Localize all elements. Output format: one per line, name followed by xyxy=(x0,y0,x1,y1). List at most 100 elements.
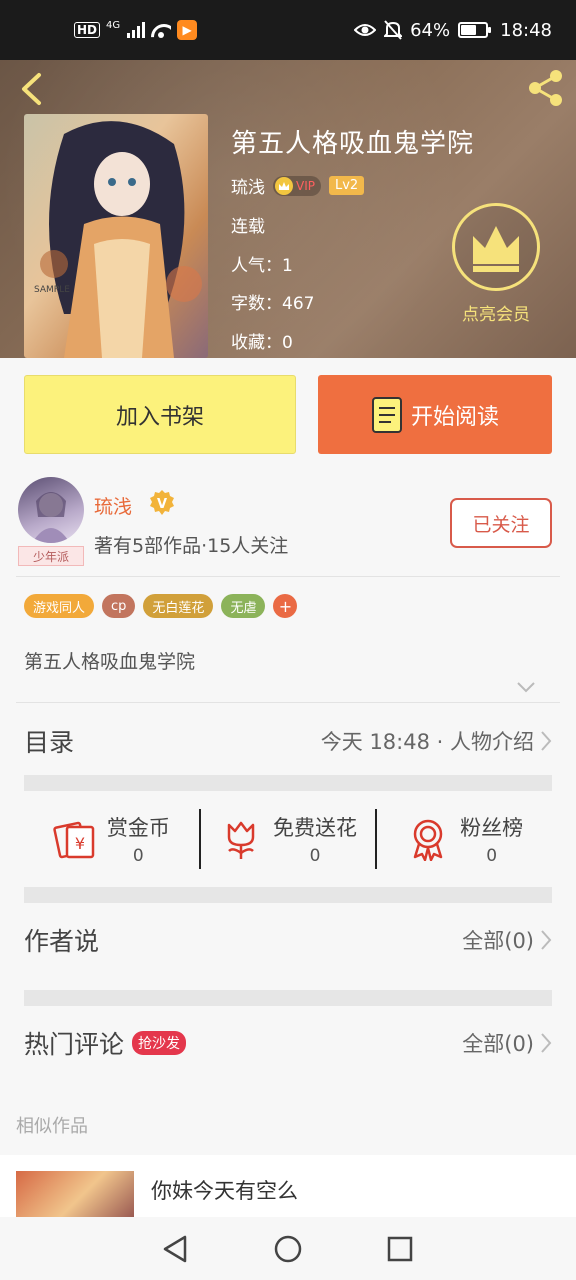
verified-badge-label: V xyxy=(157,497,167,512)
battery-icon xyxy=(458,22,492,38)
reward-coins-count: 0 xyxy=(132,846,144,866)
author-says-row[interactable]: 作者说 全部(0) xyxy=(24,917,552,963)
money-envelope-icon: ¥ xyxy=(53,821,95,859)
status-bar: HD 4G ▶ 64% 18:48 xyxy=(0,0,576,60)
hot-comments-title: 热门评论 xyxy=(24,1030,125,1059)
send-flower-label: 免费送花 xyxy=(273,816,357,840)
hot-comments-all-label: 全部(0) xyxy=(462,1032,534,1056)
tag-item[interactable]: 无虐 xyxy=(221,594,266,618)
author-title-tag: 少年派 xyxy=(18,546,84,566)
add-to-shelf-label: 加入书架 xyxy=(115,404,204,430)
book-header: SAMPLE 第五人格吸血鬼学院 琉浅 VIP Lv2 连载 人气：1 字数：4… xyxy=(0,60,576,358)
more-tags-button[interactable]: + xyxy=(273,594,298,618)
nav-recents-icon[interactable] xyxy=(385,1234,415,1264)
svg-text:SAMPLE: SAMPLE xyxy=(34,285,70,295)
wifi-icon xyxy=(151,22,171,38)
mute-bell-icon xyxy=(384,20,403,40)
nav-home-icon[interactable] xyxy=(273,1234,303,1264)
tag-item[interactable]: 游戏同人 xyxy=(24,594,95,618)
add-to-shelf-button[interactable]: 加入书架 xyxy=(24,375,296,454)
avatar[interactable] xyxy=(18,477,84,543)
fan-rank-button[interactable]: 粉丝榜 0 xyxy=(375,809,552,869)
author-name[interactable]: 琉浅 xyxy=(94,492,132,519)
book-icon xyxy=(371,396,402,433)
fan-rank-count: 0 xyxy=(486,846,498,866)
divider xyxy=(16,576,560,577)
battery-percent: 64% xyxy=(410,19,451,41)
author-says-title: 作者说 xyxy=(24,927,100,956)
share-icon[interactable] xyxy=(526,68,566,108)
status-left: HD 4G ▶ xyxy=(74,20,198,40)
author-stats: 著有5部作品·15人关注 xyxy=(94,535,289,557)
list-item[interactable]: 你妹今天有空么 xyxy=(0,1155,576,1217)
author-says-all-label: 全部(0) xyxy=(462,929,534,953)
book-status: 连载 xyxy=(231,217,265,237)
book-title: 第五人格吸血鬼学院 xyxy=(231,129,475,159)
section-separator xyxy=(24,990,552,1006)
chevron-right-icon xyxy=(541,731,552,751)
start-reading-button[interactable]: 开始阅读 xyxy=(318,375,552,454)
fan-rank-text: 粉丝榜 0 xyxy=(460,812,523,866)
book-author[interactable]: 琉浅 xyxy=(231,173,265,198)
tag-list: 游戏同人 cp 无白莲花 无虐 + xyxy=(24,594,298,618)
send-flower-text: 免费送花 0 xyxy=(273,812,357,866)
tag-item[interactable]: cp xyxy=(102,594,136,618)
nav-back-icon[interactable] xyxy=(161,1234,191,1264)
book-description: 第五人格吸血鬼学院 xyxy=(24,651,196,673)
crown-icon xyxy=(473,226,519,272)
reward-coins-button[interactable]: ¥ 赏金币 0 xyxy=(24,809,199,869)
reward-bar: ¥ 赏金币 0 免费送花 0 粉丝榜 0 xyxy=(24,792,552,886)
svg-text:¥: ¥ xyxy=(75,834,85,853)
book-collected: 收藏：0 xyxy=(231,333,293,353)
follow-button[interactable]: 已关注 xyxy=(450,498,552,548)
app-notification-icon: ▶ xyxy=(177,20,198,40)
sofa-badge: 抢沙发 xyxy=(132,1031,187,1055)
chevron-right-icon xyxy=(541,930,552,950)
book-word-count: 字数：467 xyxy=(231,294,315,314)
chevron-down-icon[interactable] xyxy=(516,680,536,694)
section-separator xyxy=(24,887,552,903)
back-icon[interactable] xyxy=(16,72,50,106)
clock: 18:48 xyxy=(500,19,552,41)
catalog-title: 目录 xyxy=(24,728,75,757)
system-nav-bar xyxy=(0,1217,576,1280)
catalog-row[interactable]: 目录 今天 18:48 · 人物介绍 xyxy=(24,718,552,764)
vip-member-label[interactable]: 点亮会员 xyxy=(444,300,548,325)
author-line: 琉浅 VIP Lv2 xyxy=(231,173,365,198)
reward-coins-label: 赏金币 xyxy=(106,816,170,840)
level-badge: Lv2 xyxy=(328,176,365,195)
similar-works-heading: 相似作品 xyxy=(16,1116,88,1137)
hot-comments-all: 全部(0) xyxy=(462,1028,552,1058)
vip-badge: VIP xyxy=(273,175,321,196)
follow-label: 已关注 xyxy=(472,513,530,536)
similar-work-title: 你妹今天有空么 xyxy=(151,1179,298,1203)
status-right: 64% 18:48 xyxy=(354,20,552,41)
vip-label: VIP xyxy=(296,178,315,193)
author-says-all: 全部(0) xyxy=(462,925,552,955)
hd-icon: HD xyxy=(74,22,101,38)
flower-icon xyxy=(227,821,255,859)
similar-work-cover xyxy=(16,1171,134,1217)
section-separator xyxy=(24,775,552,791)
book-popularity: 人气：1 xyxy=(231,256,293,276)
avatar-image xyxy=(32,492,70,543)
catalog-latest: 今天 18:48 · 人物介绍 xyxy=(321,726,552,756)
reward-coins-text: 赏金币 0 xyxy=(107,812,170,866)
send-flower-count: 0 xyxy=(309,846,321,866)
catalog-latest-chapter: 今天 18:48 · 人物介绍 xyxy=(320,730,534,754)
send-flower-button[interactable]: 免费送花 0 xyxy=(198,809,376,869)
book-cover[interactable]: SAMPLE xyxy=(24,114,208,358)
fan-rank-label: 粉丝榜 xyxy=(460,816,524,840)
network-type: 4G xyxy=(106,20,121,31)
medal-icon xyxy=(413,819,443,861)
eye-icon xyxy=(354,24,377,36)
chevron-right-icon xyxy=(541,1033,552,1053)
signal-icon xyxy=(127,22,146,38)
cover-illustration: SAMPLE xyxy=(24,114,208,358)
hot-comments-row[interactable]: 热门评论 抢沙发 全部(0) xyxy=(24,1020,552,1066)
start-reading-label: 开始阅读 xyxy=(410,404,499,430)
vip-member-button[interactable] xyxy=(452,203,540,291)
tag-item[interactable]: 无白莲花 xyxy=(143,594,214,618)
divider xyxy=(16,702,560,703)
crown-icon xyxy=(275,176,293,195)
